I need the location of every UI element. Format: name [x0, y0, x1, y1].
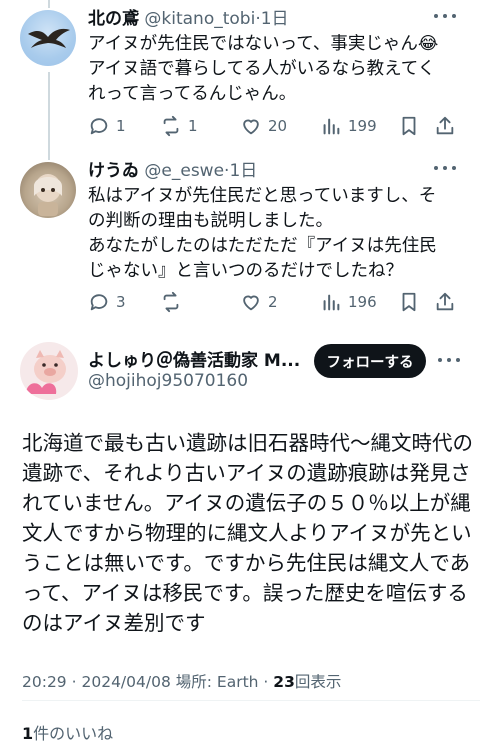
- timestamp[interactable]: 1日: [261, 9, 289, 29]
- more-icon[interactable]: [434, 166, 456, 174]
- pig-avatar-icon: [26, 350, 66, 394]
- views-count: 23: [273, 673, 295, 691]
- share-button[interactable]: [434, 114, 456, 138]
- display-name[interactable]: よしゅり＠偽善活動家 M...: [88, 346, 300, 371]
- more-icon[interactable]: [434, 14, 456, 22]
- bookmark-icon: [402, 292, 416, 312]
- reply-icon: [90, 118, 108, 135]
- post-location: 場所: Earth: [175, 673, 259, 691]
- views-label: 回表示: [294, 673, 342, 691]
- likes-count: 1: [22, 724, 34, 743]
- share-icon: [436, 292, 454, 311]
- views-icon: [323, 294, 340, 311]
- reply-button[interactable]: 1: [88, 114, 126, 138]
- views-button[interactable]: 199: [320, 114, 377, 138]
- reply-meta: 北の鳶 @kitano_tobi·1日: [88, 8, 462, 30]
- reply-meta: けうゐ @e_eswe·1日: [88, 160, 462, 182]
- avatar[interactable]: [20, 10, 76, 66]
- user-handle[interactable]: @hojihoj95070160: [88, 371, 248, 391]
- repost-button[interactable]: 1: [160, 114, 198, 138]
- like-count: 20: [268, 117, 288, 135]
- share-button[interactable]: [434, 290, 456, 314]
- reply-icon: [90, 294, 108, 311]
- reply-count: 1: [116, 117, 126, 135]
- like-button[interactable]: 2: [240, 290, 278, 314]
- display-name[interactable]: けうゐ: [88, 161, 139, 181]
- text-line: って、アイヌは移民です。誤った歴史を喧伝する: [22, 581, 468, 605]
- display-name[interactable]: 北の鳶: [88, 9, 139, 29]
- doll-avatar-icon: [34, 174, 62, 216]
- main-post-text: 北海道で最も古い遺跡は旧石器時代〜縄文時代の 遺跡で、それより古いアイヌの遺跡痕…: [22, 428, 473, 638]
- like-icon: [243, 119, 259, 135]
- text-line: の判断の理由も説明しました。: [88, 211, 333, 231]
- reply-text: アイヌが先住民ではないって、事実じゃん😂 アイヌ語で暮らしてる人がいるなら教えて…: [88, 32, 462, 107]
- repost-icon: [163, 115, 179, 137]
- bird-avatar-icon: [28, 28, 70, 48]
- timestamp[interactable]: 1日: [229, 161, 257, 181]
- repost-button[interactable]: [160, 290, 188, 314]
- views-count: 199: [348, 117, 377, 135]
- views-button[interactable]: 196: [320, 290, 377, 314]
- avatar[interactable]: [20, 162, 76, 218]
- user-handle[interactable]: @e_eswe: [144, 161, 224, 181]
- likes-summary[interactable]: 1件のいいね: [22, 720, 113, 744]
- share-icon: [436, 116, 454, 135]
- bookmark-button[interactable]: [398, 114, 420, 138]
- text-line: じゃない』と言いつのるだけでしたね？: [88, 261, 403, 281]
- bookmark-icon: [402, 116, 416, 136]
- divider: [22, 700, 480, 701]
- reply-body: 北の鳶 @kitano_tobi·1日 アイヌが先住民ではないって、事実じゃん😂…: [88, 8, 462, 107]
- reply-actions: 3 2 196: [88, 290, 458, 314]
- views-icon: [323, 118, 340, 135]
- post-date[interactable]: 2024/04/08: [81, 673, 170, 691]
- text-line: のはアイヌ差別です: [22, 611, 206, 635]
- post-meta: 20:29 · 2024/04/08 場所: Earth · 23回表示: [22, 670, 341, 692]
- reply-count: 3: [116, 293, 126, 311]
- more-icon[interactable]: [438, 358, 460, 366]
- text-line: 私はアイヌが先住民だと思っていますし、そ: [88, 186, 437, 206]
- user-handle[interactable]: @kitano_tobi: [144, 9, 255, 29]
- text-line: 北海道で最も古い遺跡は旧石器時代〜縄文時代の: [22, 431, 473, 455]
- likes-label: 件のいいね: [33, 724, 114, 743]
- bookmark-button[interactable]: [398, 290, 420, 314]
- main-post-header: よしゅり＠偽善活動家 M... @hojihoj95070160 フォローする: [0, 340, 480, 404]
- text-line: あなたがしたのはただただ『アイヌは先住民: [88, 236, 437, 256]
- text-line: 文人ですから物理的に縄文人よりアイヌが先とい: [22, 521, 472, 545]
- text-line: アイヌ語で暮らしてる人がいるなら教えてく: [88, 59, 436, 79]
- like-icon: [243, 295, 259, 311]
- post-time[interactable]: 20:29: [22, 673, 67, 691]
- avatar[interactable]: [20, 342, 78, 400]
- repost-icon: [163, 291, 179, 313]
- repost-count: 1: [188, 117, 198, 135]
- reply-button[interactable]: 3: [88, 290, 126, 314]
- like-count: 2: [268, 293, 278, 311]
- text-line: 遺跡で、それより古いアイヌの遺跡痕跡は発見さ: [22, 461, 471, 485]
- follow-button[interactable]: フォローする: [314, 344, 426, 378]
- text-line: うことは無いです。ですから先住民は縄文人であ: [22, 551, 471, 575]
- text-line: れって言ってるんじゃん。: [88, 84, 297, 104]
- text-line: れていません。アイヌの遺伝子の５０％以上が縄: [22, 491, 471, 515]
- views-count: 196: [348, 293, 377, 311]
- separator-dot: ·: [71, 673, 77, 691]
- thread-line: [48, 0, 50, 8]
- reply-actions: 1 1 20 199: [88, 114, 458, 138]
- reply-body: けうゐ @e_eswe·1日 私はアイヌが先住民だと思っていますし、そ の判断の…: [88, 160, 462, 284]
- like-button[interactable]: 20: [240, 114, 287, 138]
- reply-text: 私はアイヌが先住民だと思っていますし、そ の判断の理由も説明しました。 あなたが…: [88, 184, 462, 284]
- separator-dot: ·: [263, 673, 269, 691]
- text-line: アイヌが先住民ではないって、事実じゃん😂: [88, 34, 439, 54]
